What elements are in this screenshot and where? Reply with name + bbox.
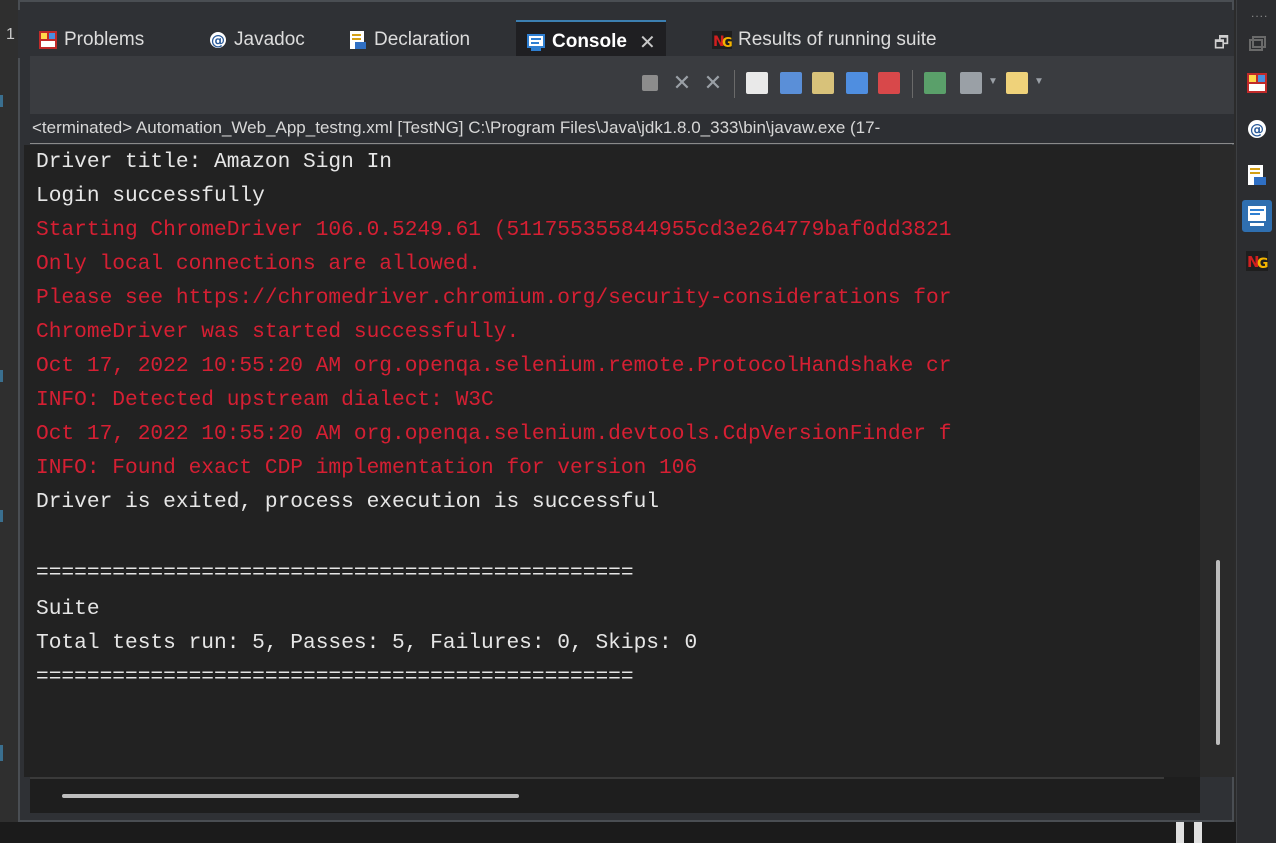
console-line: Oct 17, 2022 10:55:20 AM org.openqa.sele… [36,422,952,446]
console-line: Please see https://chromedriver.chromium… [36,286,952,310]
console-icon [526,32,546,52]
toolbar-separator [912,70,913,98]
tab-label: Problems [64,29,145,50]
pin-console-icon[interactable] [924,72,946,94]
drag-handle-icon[interactable]: .... [1251,6,1268,20]
tab-javadoc[interactable]: @ Javadoc [208,20,305,60]
javadoc-icon[interactable]: @ [1246,118,1268,140]
console-line: Oct 17, 2022 10:55:20 AM org.openqa.sele… [36,354,952,378]
tab-label: Results of running suite [738,29,937,50]
gutter-marker [0,745,3,761]
console-icon[interactable] [1242,200,1272,232]
view-tab-bar: Problems @ Javadoc Declaration Console ✕… [18,10,1234,62]
console-line: INFO: Detected upstream dialect: W3C [36,388,494,412]
remove-launch-icon[interactable]: ✕ [671,72,693,94]
bottom-strip [0,822,1276,843]
svg-text:@: @ [1250,122,1264,138]
tab-results-of-running-suite[interactable]: NG Results of running suite [712,20,937,60]
gutter-marker [0,510,3,522]
testng-icon[interactable]: NG [1246,250,1269,272]
console-output[interactable]: Driver title: Amazon Sign In Login succe… [24,145,1200,777]
show-on-stdout-icon[interactable] [846,72,868,94]
svg-text:@: @ [211,33,225,49]
remove-all-terminated-icon[interactable]: ✕ [702,72,724,94]
console-line: ========================================… [36,561,634,585]
console-line: ChromeDriver was started successfully. [36,320,520,344]
launch-status-line: <terminated> Automation_Web_App_testng.x… [30,114,1234,144]
problems-icon[interactable] [1246,72,1268,94]
console-line: INFO: Found exact CDP implementation for… [36,456,698,480]
open-console-icon[interactable] [1006,72,1028,94]
console-line: Driver title: Amazon Sign In [36,150,393,174]
scroll-lock-icon[interactable] [780,72,802,94]
javadoc-icon: @ [208,30,228,50]
terminate-icon[interactable] [642,75,658,91]
vertical-scrollbar[interactable] [1200,145,1234,777]
svg-text:G: G [1257,256,1268,272]
show-on-stderr-icon[interactable] [878,72,900,94]
console-toolbar: ✕ ✕ ▼ ▼ [30,56,1234,114]
cursor-block [1176,822,1184,843]
toolbar-separator [734,70,735,98]
declaration-icon [348,30,368,50]
chevron-down-icon[interactable]: ▼ [988,76,998,90]
tab-label: Javadoc [234,29,305,50]
line-number: 1 [6,26,15,43]
console-line: Total tests run: 5, Passes: 5, Failures:… [36,631,698,655]
declaration-icon[interactable] [1246,164,1268,186]
horizontal-scrollbar[interactable] [30,777,1200,813]
testng-icon: NG [712,30,733,51]
display-selected-console-icon[interactable] [960,72,982,94]
console-line: Driver is exited, process execution is s… [36,490,660,514]
console-line: Starting ChromeDriver 106.0.5249.61 (511… [36,218,952,242]
minimized-views-trim-bar: .... @ NG [1236,0,1276,843]
editor-gutter-sliver: 1 [0,0,18,843]
word-wrap-icon[interactable] [812,72,834,94]
problems-icon [38,30,58,50]
restore-view-icon[interactable]: 🗗 [1214,32,1229,59]
chevron-down-icon[interactable]: ▼ [1034,76,1044,90]
restore-icon[interactable] [1246,34,1268,56]
horizontal-scrollbar-thumb[interactable] [62,794,519,798]
tab-label: Console [552,31,627,52]
console-line: Only local connections are allowed. [36,252,482,276]
tab-declaration[interactable]: Declaration [348,20,470,60]
gutter-marker [0,95,3,107]
tab-label: Declaration [374,29,471,50]
clear-console-icon[interactable] [746,72,768,94]
console-line: Suite [36,597,100,621]
close-icon[interactable]: ✕ [639,30,656,55]
console-line: ========================================… [36,665,634,689]
console-line: Login successfully [36,184,265,208]
svg-text:G: G [722,36,732,50]
gutter-marker [0,370,3,382]
vertical-scrollbar-thumb[interactable] [1216,560,1220,745]
cursor-block [1194,822,1202,843]
tab-problems[interactable]: Problems [38,20,144,60]
scrollbar-track [30,777,1164,779]
